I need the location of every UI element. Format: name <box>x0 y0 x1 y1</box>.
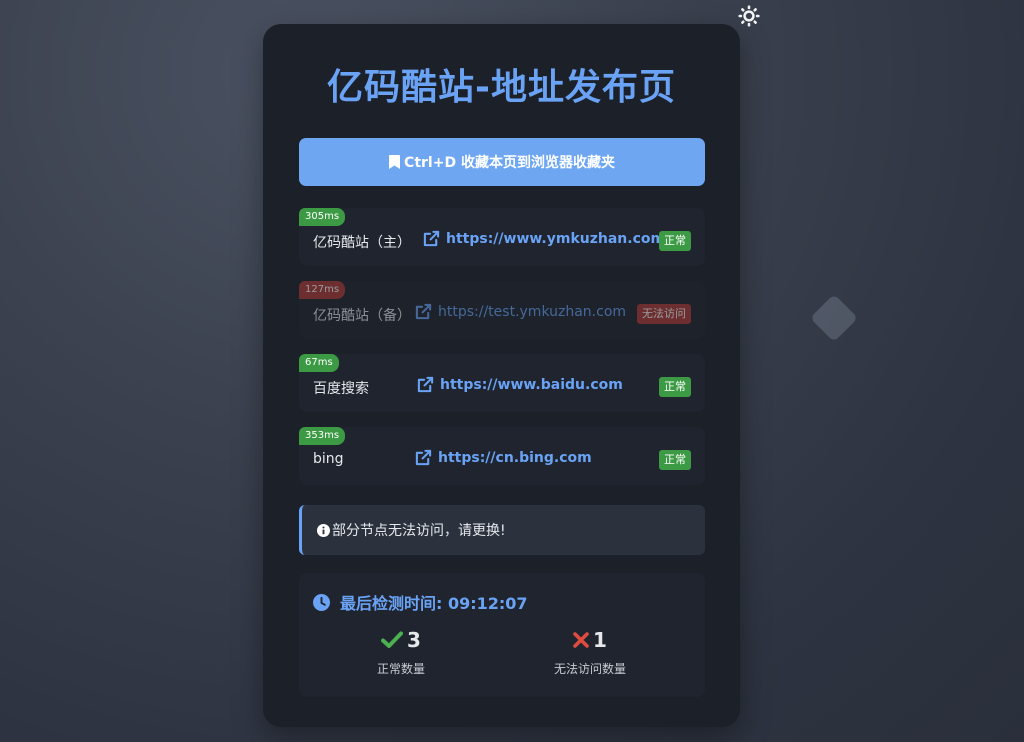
site-link[interactable]: https://cn.bing.com <box>415 449 592 466</box>
status-badge: 正常 <box>659 377 691 397</box>
latency-badge: 67ms <box>299 354 339 372</box>
site-name: 百度搜索 <box>313 381 369 397</box>
address-card: 亿码酷站-地址发布页 Ctrl+D 收藏本页到浏览器收藏夹 305ms 亿码酷站… <box>263 24 740 727</box>
bookmark-button[interactable]: Ctrl+D 收藏本页到浏览器收藏夹 <box>299 138 705 186</box>
notice-alert: 部分节点无法访问，请更换! <box>299 505 705 555</box>
site-link[interactable]: https://www.baidu.com <box>417 376 623 393</box>
site-name: bing <box>313 451 344 467</box>
clock-icon <box>313 593 330 611</box>
link-row-backup: 127ms 亿码酷站（备） https://test.ymkuzhan.com … <box>299 281 705 339</box>
theme-toggle-button[interactable] <box>737 4 761 28</box>
bad-count-stat: 1 无法访问数量 <box>515 627 665 677</box>
status-badge: 正常 <box>659 450 691 470</box>
notice-text: 部分节点无法访问，请更换! <box>332 523 506 539</box>
decorative-diamond <box>809 293 859 343</box>
site-url: https://www.baidu.com <box>440 376 623 393</box>
site-name: 亿码酷站（主） <box>313 235 411 251</box>
ok-count-stat: 3 正常数量 <box>326 627 476 677</box>
latency-badge: 353ms <box>299 427 346 445</box>
external-link-icon <box>417 376 434 393</box>
last-check-time: 最后检测时间: 09:12:07 <box>313 590 528 614</box>
sun-icon <box>738 5 760 27</box>
site-url: https://cn.bing.com <box>438 449 592 466</box>
site-url: https://test.ymkuzhan.com <box>438 303 627 320</box>
external-link-icon <box>423 230 440 247</box>
ok-count-label: 正常数量 <box>376 662 425 676</box>
latency-badge: 127ms <box>299 281 346 299</box>
page-title: 亿码酷站-地址发布页 <box>327 67 676 108</box>
stats-panel: 最后检测时间: 09:12:07 3 正常数量 1 无法访问数量 <box>299 573 705 697</box>
check-icon <box>381 631 404 649</box>
info-icon <box>317 523 330 537</box>
last-check-time-text: 最后检测时间: 09:12:07 <box>340 594 528 613</box>
site-link[interactable]: https://www.ymkuzhan.com <box>423 230 665 247</box>
latency-badge: 305ms <box>299 208 346 226</box>
site-name: 亿码酷站（备） <box>313 308 411 324</box>
external-link-icon <box>415 449 432 466</box>
bookmark-button-label: Ctrl+D 收藏本页到浏览器收藏夹 <box>404 155 615 171</box>
bookmark-icon <box>389 155 401 169</box>
link-row-bing: 353ms bing https://cn.bing.com 正常 <box>299 427 705 485</box>
link-row-main: 305ms 亿码酷站（主） https://www.ymkuzhan.com 正… <box>299 208 705 266</box>
x-icon <box>573 632 589 648</box>
ok-count: 3 <box>407 628 421 652</box>
bad-count-label: 无法访问数量 <box>553 662 626 676</box>
status-badge: 正常 <box>659 231 691 251</box>
status-badge: 无法访问 <box>637 304 691 324</box>
site-link[interactable]: https://test.ymkuzhan.com <box>415 303 626 320</box>
bad-count: 1 <box>593 628 607 652</box>
external-link-icon <box>415 303 432 320</box>
link-row-baidu: 67ms 百度搜索 https://www.baidu.com 正常 <box>299 354 705 412</box>
site-url: https://www.ymkuzhan.com <box>446 230 666 247</box>
